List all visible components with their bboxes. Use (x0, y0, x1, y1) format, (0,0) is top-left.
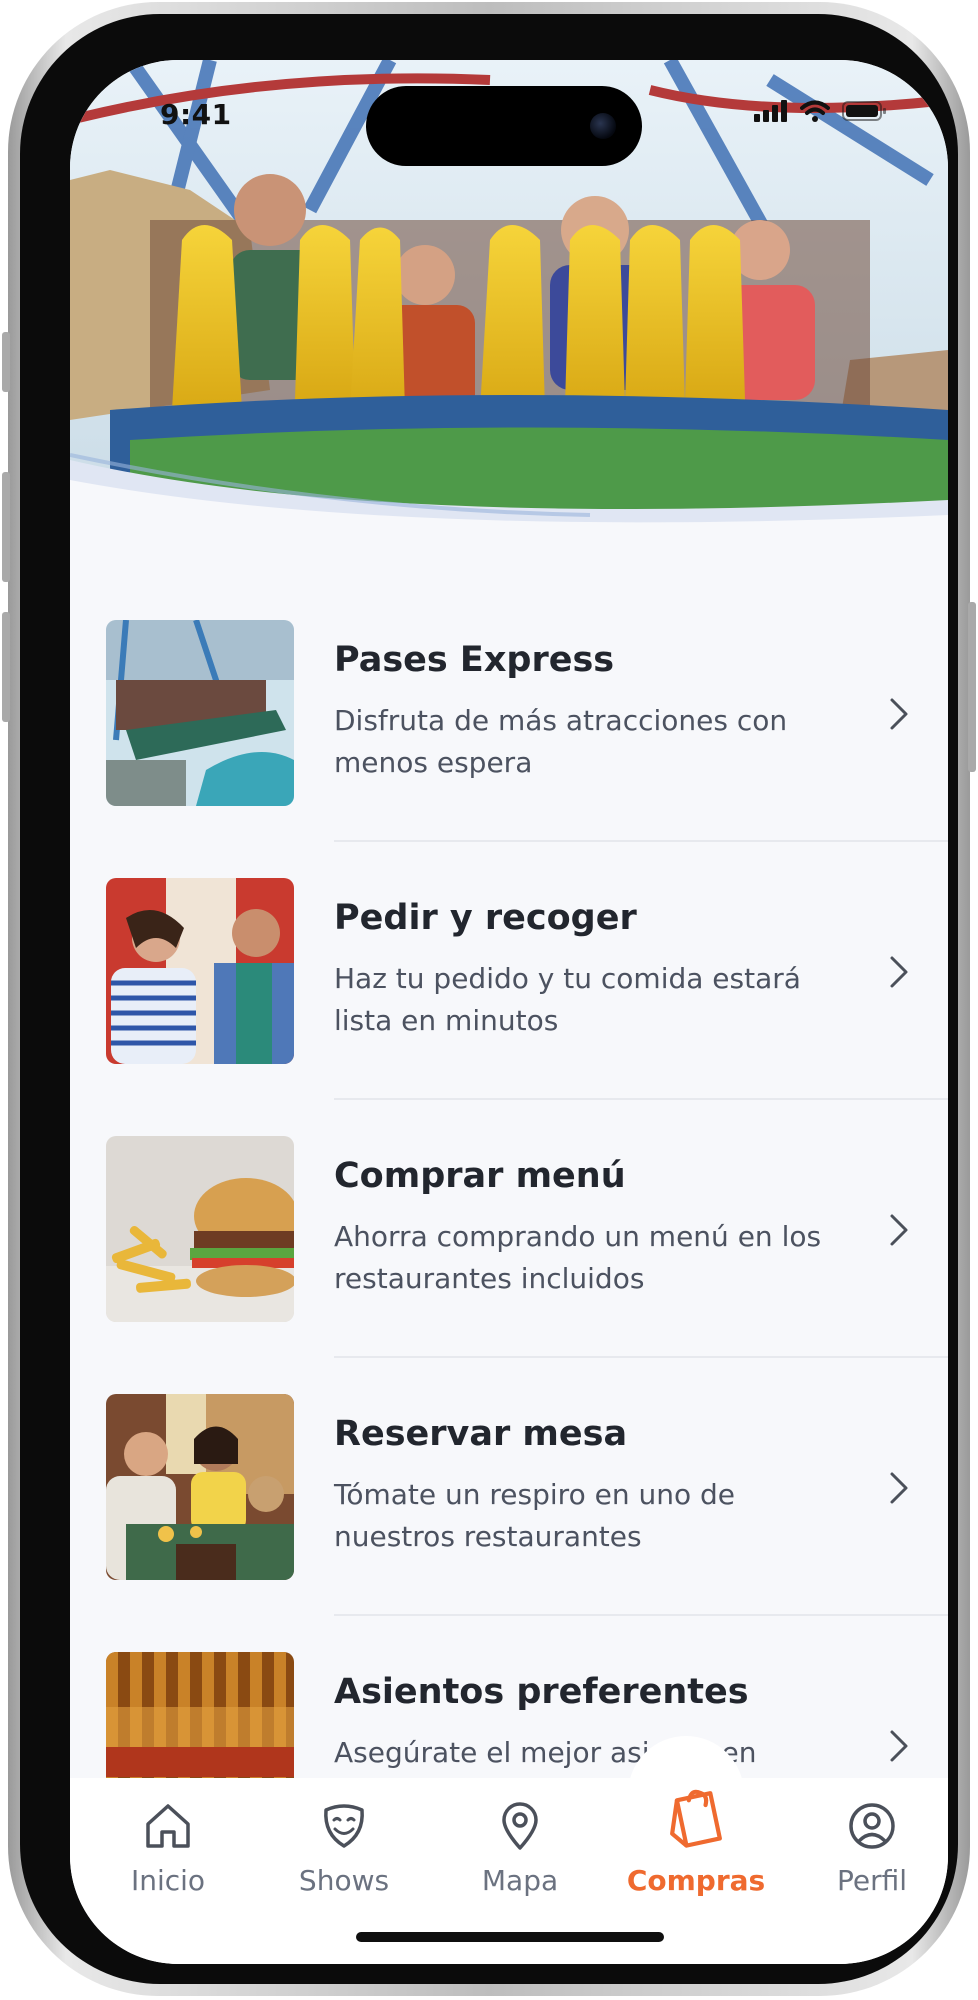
list-item-reservar-mesa[interactable]: Reservar mesa Tómate un respiro en uno d… (70, 1394, 948, 1652)
burger-fries-photo (106, 1136, 294, 1322)
front-camera-icon (590, 113, 616, 139)
tab-label: Compras (626, 1864, 766, 1897)
home-icon (146, 1804, 190, 1848)
tab-label: Shows (298, 1864, 390, 1897)
chevron-right-icon (890, 1730, 908, 1762)
item-title: Asientos preferentes (334, 1672, 749, 1712)
divider (334, 840, 948, 842)
divider (334, 1614, 948, 1616)
item-description: Disfruta de más atracciones con menos es… (334, 704, 788, 779)
status-time: 9:41 (160, 98, 232, 131)
chevron-right-icon (890, 698, 908, 730)
couple-eating-photo (106, 878, 294, 1064)
tab-compras[interactable]: Compras (626, 1778, 766, 1908)
mute-switch (2, 332, 10, 392)
item-description: Tómate un respiro en uno de nuestros res… (334, 1478, 735, 1553)
phone-bezel: 9:41 Pases Express Disfruta de más atrac… (20, 14, 958, 1984)
purchase-options-list: Pases Express Disfruta de más atraccione… (70, 620, 948, 1910)
battery-icon (842, 101, 886, 121)
chevron-right-icon (890, 956, 908, 988)
cellular-signal-icon (754, 100, 787, 122)
item-title: Reservar mesa (334, 1414, 628, 1454)
volume-down-button (2, 612, 10, 722)
item-title: Pases Express (334, 640, 615, 680)
theater-mask-icon (324, 1804, 364, 1848)
divider (334, 1356, 948, 1358)
item-description: Haz tu pedido y tu comida estará lista e… (334, 962, 801, 1037)
item-title: Pedir y recoger (334, 898, 637, 938)
item-title: Comprar menú (334, 1156, 626, 1196)
tab-label: Mapa (481, 1864, 559, 1897)
home-indicator[interactable] (356, 1932, 664, 1942)
family-dinner-photo (106, 1394, 294, 1580)
power-button (968, 602, 976, 772)
map-pin-icon (502, 1802, 538, 1850)
item-description: Ahorra comprando un menú en los restaura… (334, 1220, 822, 1295)
list-item-pases-express[interactable]: Pases Express Disfruta de más atraccione… (70, 620, 948, 878)
list-item-pedir-y-recoger[interactable]: Pedir y recoger Haz tu pedido y tu comid… (70, 878, 948, 1136)
dynamic-island (366, 86, 642, 166)
status-indicators (754, 100, 888, 122)
tab-shows[interactable]: Shows (274, 1778, 414, 1908)
item-description: Asegúrate el mejor asiento en (334, 1736, 757, 1769)
tab-label: Inicio (130, 1864, 206, 1897)
tab-mapa[interactable]: Mapa (450, 1778, 590, 1908)
list-item-comprar-menu[interactable]: Comprar menú Ahorra comprando un menú en… (70, 1136, 948, 1394)
user-circle-icon (849, 1803, 895, 1849)
shopping-bag-icon (670, 1789, 722, 1848)
chevron-right-icon (890, 1214, 908, 1246)
tab-perfil[interactable]: Perfil (802, 1778, 942, 1908)
divider (334, 1098, 948, 1100)
wifi-icon (800, 100, 830, 122)
tab-label: Perfil (836, 1864, 908, 1897)
rollercoaster-photo (106, 620, 294, 806)
app-screen: 9:41 Pases Express Disfruta de más atrac… (70, 60, 948, 1964)
volume-up-button (2, 472, 10, 582)
phone-frame: 9:41 Pases Express Disfruta de más atrac… (2, 2, 976, 1996)
chevron-right-icon (890, 1472, 908, 1504)
tab-inicio[interactable]: Inicio (98, 1778, 238, 1908)
